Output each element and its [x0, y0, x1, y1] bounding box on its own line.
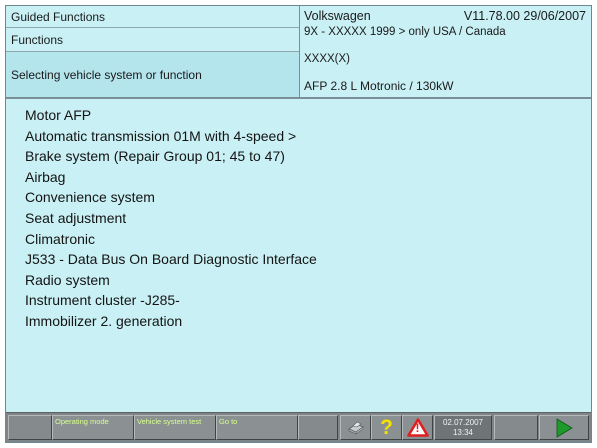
- vehicle-model-code: XXXX(X): [304, 53, 351, 65]
- list-item[interactable]: Seat adjustment: [25, 208, 317, 229]
- list-item[interactable]: Brake system (Repair Group 01; 45 to 47): [25, 146, 317, 167]
- warning-symbol: !: [415, 421, 420, 435]
- help-button[interactable]: ?: [371, 415, 402, 440]
- list-item[interactable]: Airbag: [25, 167, 317, 188]
- go-to-button[interactable]: Go to: [216, 415, 298, 440]
- list-item[interactable]: Radio system: [25, 270, 317, 291]
- operating-mode-button[interactable]: Operating mode: [52, 415, 134, 440]
- function-list-panel: Motor AFP Automatic transmission 01M wit…: [6, 99, 591, 412]
- toolbar-blank-button: [494, 415, 538, 440]
- toolbar-blank-button: [8, 415, 52, 440]
- print-button[interactable]: [340, 415, 371, 440]
- header: Guided Functions Functions Selecting veh…: [6, 6, 591, 99]
- vehicle-make-version: Volkswagen V11.78.00 29/06/2007: [304, 9, 586, 23]
- toolbar-blank-button: [298, 415, 338, 440]
- vehicle-model-line: 9X - XXXXX 1999 > only USA / Canada: [304, 26, 506, 38]
- date-text: 02.07.2007: [442, 418, 484, 427]
- function-list: Motor AFP Automatic transmission 01M wit…: [25, 105, 317, 332]
- vehicle-engine: AFP 2.8 L Motronic / 130kW: [304, 79, 454, 93]
- list-item[interactable]: Instrument cluster -J285-: [25, 290, 317, 311]
- software-version: V11.78.00 29/06/2007: [463, 9, 586, 23]
- bottom-toolbar: Operating mode Vehicle system test Go to…: [6, 412, 591, 442]
- printer-icon: [347, 421, 364, 435]
- list-item[interactable]: Climatronic: [25, 229, 317, 250]
- list-item[interactable]: Motor AFP: [25, 105, 317, 126]
- next-button[interactable]: [539, 415, 589, 440]
- next-arrow-icon: [556, 417, 573, 438]
- vehicle-system-test-button[interactable]: Vehicle system test: [134, 415, 216, 440]
- time-text: 13:34: [452, 428, 474, 437]
- list-item[interactable]: Immobilizer 2. generation: [25, 311, 317, 332]
- vehicle-info: Volkswagen V11.78.00 29/06/2007 9X - XXX…: [301, 6, 591, 97]
- help-icon: ?: [380, 416, 393, 439]
- mode-guided-functions[interactable]: Guided Functions: [6, 6, 299, 28]
- list-item[interactable]: Convenience system: [25, 187, 317, 208]
- warning-icon: !: [406, 418, 429, 437]
- vehicle-make: Volkswagen: [304, 9, 371, 23]
- list-item[interactable]: J533 - Data Bus On Board Diagnostic Inte…: [25, 249, 317, 270]
- diagnostic-screen: Guided Functions Functions Selecting veh…: [5, 5, 592, 443]
- list-item[interactable]: Automatic transmission 01M with 4-speed …: [25, 126, 317, 147]
- header-navigation: Guided Functions Functions Selecting veh…: [6, 6, 300, 97]
- current-step: Selecting vehicle system or function: [6, 52, 299, 97]
- date-time-display: 02.07.2007 13:34: [434, 415, 492, 440]
- warning-button[interactable]: !: [402, 415, 433, 440]
- mode-functions[interactable]: Functions: [6, 28, 299, 52]
